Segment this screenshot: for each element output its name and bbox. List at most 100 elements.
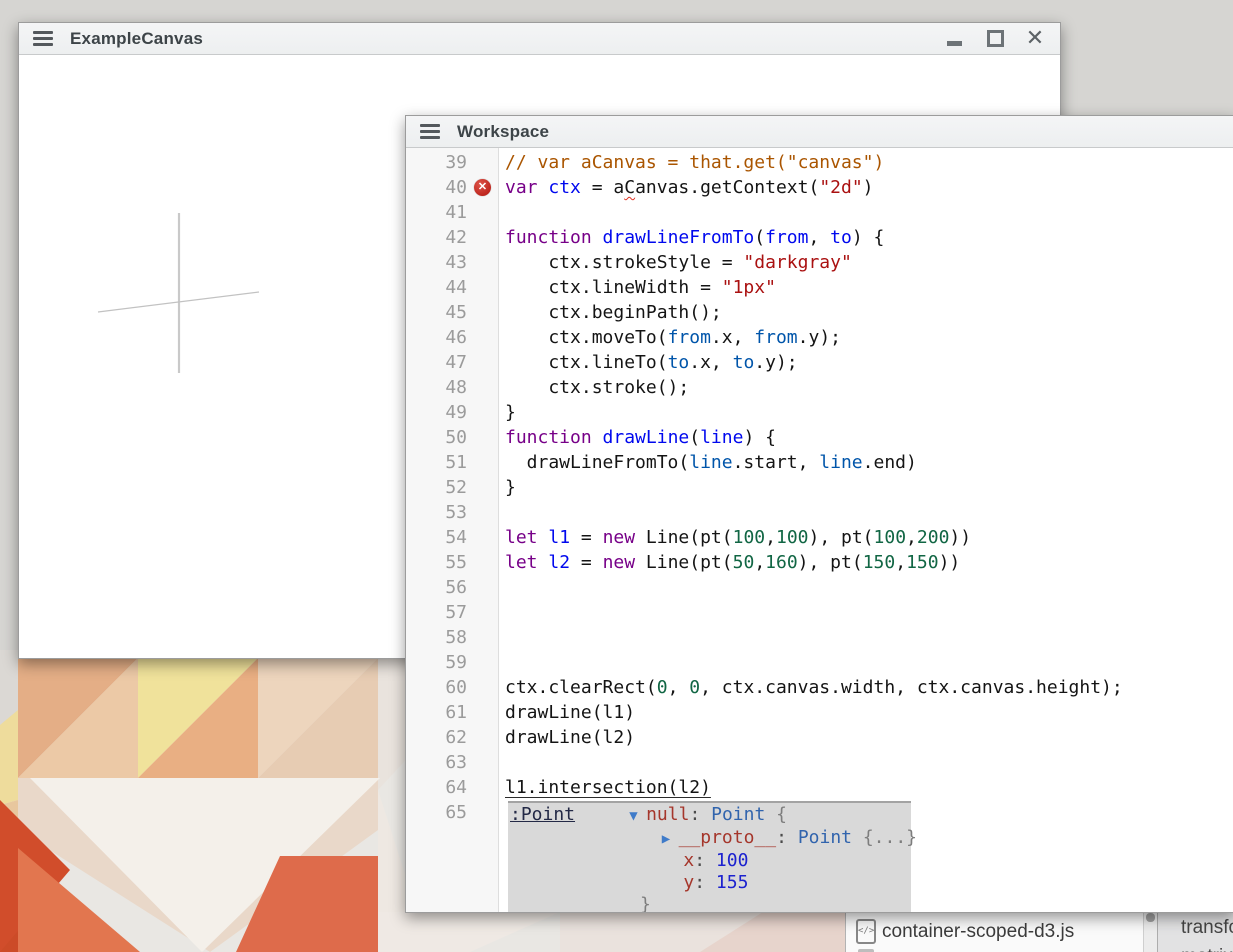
code-token: } [640,894,651,912]
code-text[interactable]: l1.intersection(l2) [498,775,1233,800]
disclosure-triangle-icon[interactable]: ▶ [662,831,679,847]
line-number[interactable]: 41 [406,200,498,225]
code-line[interactable]: 51 drawLineFromTo(line.start, line.end) [406,450,1233,475]
inspector-row[interactable]: } [510,894,911,912]
code-text[interactable]: drawLine(l2) [498,725,1233,750]
code-line[interactable]: 59 [406,650,1233,675]
code-text[interactable]: ctx.beginPath(); [498,300,1233,325]
error-marker-icon[interactable]: ✕ [474,179,491,196]
line-number[interactable]: 52 [406,475,498,500]
code-line[interactable]: 42function drawLineFromTo(from, to) { [406,225,1233,250]
code-text[interactable]: let l2 = new Line(pt(50,160), pt(150,150… [498,550,1233,575]
code-line[interactable]: 57 [406,600,1233,625]
scrollbar-track[interactable] [1143,912,1157,952]
line-number[interactable]: 45 [406,300,498,325]
line-number[interactable]: 56 [406,575,498,600]
window-menu-icon[interactable] [33,31,53,46]
line-number[interactable]: 61 [406,700,498,725]
code-text[interactable]: ctx.lineTo(to.x, to.y); [498,350,1233,375]
code-line[interactable]: 49} [406,400,1233,425]
code-token: Point [798,827,852,848]
code-line[interactable]: 46 ctx.moveTo(from.x, from.y); [406,325,1233,350]
code-line[interactable]: 41 [406,200,1233,225]
code-text[interactable]: drawLineFromTo(line.start, line.end) [498,450,1233,475]
code-line[interactable]: 54let l1 = new Line(pt(100,100), pt(100,… [406,525,1233,550]
code-text[interactable]: let l1 = new Line(pt(100,100), pt(100,20… [498,525,1233,550]
code-editor[interactable]: 39// var aCanvas = that.get("canvas")40✕… [406,148,1233,912]
line-number[interactable]: 48 [406,375,498,400]
line-number[interactable]: 51 [406,450,498,475]
inspector-row[interactable]: y: 155 [510,872,911,894]
inspector-row[interactable]: :Point ▼ null: Point { [510,804,911,827]
code-text[interactable]: drawLine(l1) [498,700,1233,725]
code-line[interactable]: 39// var aCanvas = that.get("canvas") [406,150,1233,175]
code-line[interactable]: 47 ctx.lineTo(to.x, to.y); [406,350,1233,375]
disclosure-triangle-icon[interactable]: ▼ [629,808,646,824]
line-number[interactable]: 49 [406,400,498,425]
code-text[interactable]: ctx.moveTo(from.x, from.y); [498,325,1233,350]
code-line[interactable]: 64l1.intersection(l2) [406,775,1233,800]
line-number[interactable]: 39 [406,150,498,175]
code-text[interactable]: :Point ▼ null: Point { ▶ __proto__: Poin… [498,800,1233,912]
code-token: line [700,427,743,448]
code-line[interactable]: 43 ctx.strokeStyle = "darkgray" [406,250,1233,275]
code-text[interactable]: function drawLine(line) { [498,425,1233,450]
code-text[interactable]: ctx.strokeStyle = "darkgray" [498,250,1233,275]
line-number[interactable]: 62 [406,725,498,750]
line-number[interactable]: 64 [406,775,498,800]
line-number[interactable]: 43 [406,250,498,275]
code-token: to [830,227,852,248]
file-list-item[interactable]: </> container-scoped-d3.js [846,912,1144,944]
code-text[interactable]: } [498,475,1233,500]
code-line[interactable]: 45 ctx.beginPath(); [406,300,1233,325]
line-number[interactable]: 42 [406,225,498,250]
line-number[interactable]: 47 [406,350,498,375]
code-line[interactable]: 52} [406,475,1233,500]
code-line[interactable]: 53 [406,500,1233,525]
eval-result-inspector[interactable]: :Point ▼ null: Point { ▶ __proto__: Poin… [508,801,911,912]
code-token: __proto__ [679,827,777,848]
minimize-button-icon[interactable] [944,29,966,49]
code-text[interactable]: ctx.lineWidth = "1px" [498,275,1233,300]
code-line[interactable]: 58 [406,625,1233,650]
code-line[interactable]: 65 :Point ▼ null: Point { ▶ __proto__: Po… [406,800,1233,912]
example-canvas-titlebar[interactable]: ExampleCanvas ✕ [19,23,1060,55]
code-text[interactable]: function drawLineFromTo(from, to) { [498,225,1233,250]
code-line[interactable]: 62drawLine(l2) [406,725,1233,750]
line-number[interactable]: 46 [406,325,498,350]
window-menu-icon[interactable] [420,124,440,139]
code-line[interactable]: 48 ctx.stroke(); [406,375,1233,400]
code-line[interactable]: 61drawLine(l1) [406,700,1233,725]
result-type-link[interactable]: :Point [510,804,575,825]
code-text[interactable]: ctx.stroke(); [498,375,1233,400]
code-text[interactable]: } [498,400,1233,425]
code-text[interactable]: // var aCanvas = that.get("canvas") [498,150,1233,175]
line-number[interactable]: 55 [406,550,498,575]
workspace-titlebar[interactable]: Workspace [406,116,1233,148]
line-number[interactable]: 50 [406,425,498,450]
scrollbar-thumb[interactable] [1146,913,1155,922]
line-number[interactable]: 54 [406,525,498,550]
inspector-row[interactable]: ▶ __proto__: Point {...} [510,827,911,850]
code-line[interactable]: 44 ctx.lineWidth = "1px" [406,275,1233,300]
code-line[interactable]: 40✕var ctx = aCanvas.getContext("2d") [406,175,1233,200]
code-line[interactable]: 56 [406,575,1233,600]
line-number[interactable]: 57 [406,600,498,625]
code-line[interactable]: 60ctx.clearRect(0, 0, ctx.canvas.width, … [406,675,1233,700]
code-text[interactable]: var ctx = aCanvas.getContext("2d") [498,175,1233,200]
code-line[interactable]: 63 [406,750,1233,775]
line-number[interactable]: 63 [406,750,498,775]
line-number[interactable]: 58 [406,625,498,650]
line-number[interactable]: 40✕ [406,175,498,200]
code-line[interactable]: 50function drawLine(line) { [406,425,1233,450]
maximize-button-icon[interactable] [984,29,1006,49]
close-button-icon[interactable]: ✕ [1024,29,1046,49]
line-number[interactable]: 65 [406,800,498,825]
code-text[interactable]: ctx.clearRect(0, 0, ctx.canvas.width, ct… [498,675,1233,700]
line-number[interactable]: 60 [406,675,498,700]
line-number[interactable]: 53 [406,500,498,525]
code-line[interactable]: 55let l2 = new Line(pt(50,160), pt(150,1… [406,550,1233,575]
line-number[interactable]: 44 [406,275,498,300]
inspector-row[interactable]: x: 100 [510,850,911,872]
line-number[interactable]: 59 [406,650,498,675]
